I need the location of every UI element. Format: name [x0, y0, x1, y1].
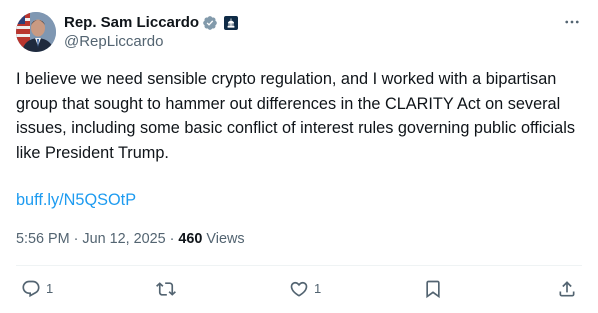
government-badge-icon[interactable] — [224, 16, 239, 30]
more-options-button[interactable] — [561, 12, 583, 32]
meta-separator: · — [73, 231, 79, 247]
tweet-link[interactable]: buff.ly/N5QSOtP — [16, 188, 136, 212]
share-icon — [559, 281, 575, 297]
avatar-image — [16, 12, 56, 52]
reply-icon — [22, 280, 40, 298]
tweet-card: Rep. Sam Liccardo @RepLiccardo I believe… — [0, 0, 598, 313]
views-label: Views — [206, 231, 245, 247]
author-display-name[interactable]: Rep. Sam Liccardo — [64, 13, 199, 33]
bookmark-button[interactable] — [423, 278, 443, 300]
repost-button[interactable] — [156, 278, 181, 300]
author-name-row: Rep. Sam Liccardo — [64, 13, 239, 33]
like-button[interactable]: 1 — [289, 278, 321, 300]
more-icon — [565, 20, 579, 24]
author-handle[interactable]: @RepLiccardo — [64, 33, 163, 51]
tweet-text: I believe we need sensible crypto regula… — [16, 67, 582, 165]
views-count: 460 — [178, 231, 203, 247]
reply-button[interactable]: 1 — [21, 278, 53, 300]
like-icon — [290, 281, 308, 297]
meta-separator: · — [169, 231, 175, 247]
tweet-text-content: I believe we need sensible crypto regula… — [16, 70, 575, 162]
bookmark-icon — [426, 280, 440, 299]
reply-count: 1 — [46, 281, 54, 296]
repost-icon — [156, 282, 176, 296]
avatar[interactable] — [16, 12, 56, 52]
verified-badge-icon[interactable] — [202, 15, 218, 31]
tweet-metadata: 5:56 PM · Jun 12, 2025 · 460 Views — [16, 229, 245, 249]
share-button[interactable] — [557, 278, 577, 300]
tweet-date[interactable]: Jun 12, 2025 — [82, 229, 165, 249]
divider — [16, 265, 582, 266]
tweet-time[interactable]: 5:56 PM — [16, 229, 70, 249]
like-count: 1 — [314, 281, 322, 296]
